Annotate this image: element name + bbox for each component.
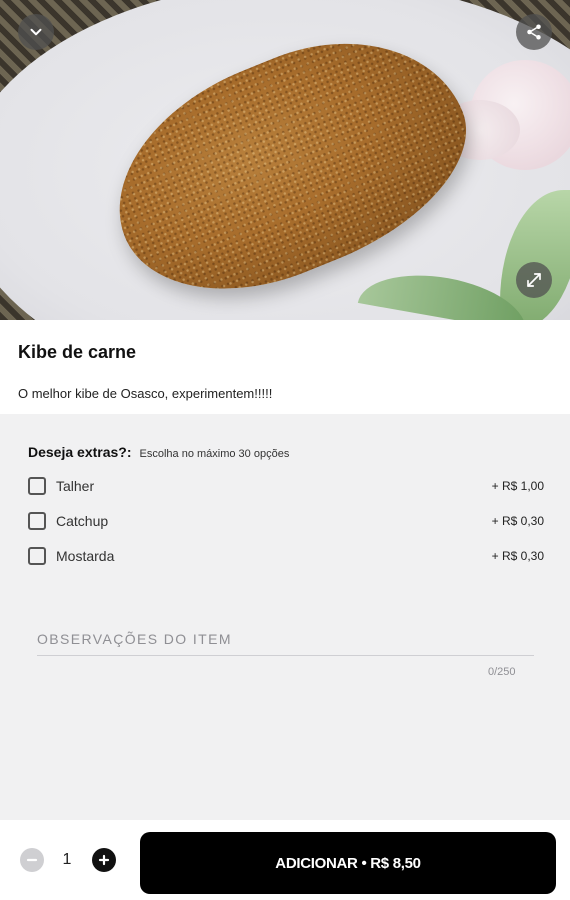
extra-option-catchup[interactable]: Catchup + R$ 0,30 (28, 509, 544, 533)
item-title: Kibe de carne (18, 342, 137, 362)
decrease-quantity-button[interactable] (20, 848, 44, 872)
extra-option-mostarda[interactable]: Mostarda + R$ 0,30 (28, 544, 544, 568)
option-label: Talher (56, 478, 95, 494)
item-info: Kibe de carne O melhor kibe de Osasco, e… (0, 320, 570, 414)
expand-image-button[interactable] (516, 262, 552, 298)
checkbox[interactable] (28, 512, 46, 530)
expand-icon (527, 273, 541, 287)
collapse-button[interactable] (18, 14, 54, 50)
checkbox[interactable] (28, 547, 46, 565)
item-description: O melhor kibe de Osasco, experimentem!!!… (18, 386, 273, 401)
option-price: + R$ 0,30 (491, 549, 544, 563)
item-notes-input[interactable]: OBSERVAÇÕES DO ITEM (37, 628, 534, 656)
chevron-down-icon (30, 28, 42, 36)
extras-title: Deseja extras?: (28, 444, 132, 460)
extras-hint: Escolha no máximo 30 opções (139, 448, 290, 460)
product-image (0, 0, 570, 320)
minus-icon (26, 858, 38, 862)
bottom-bar: 1 ADICIONAR • R$ 8,50 (0, 820, 570, 900)
option-price: + R$ 1,00 (491, 479, 544, 493)
option-label: Catchup (56, 513, 109, 529)
option-label: Mostarda (56, 548, 115, 564)
extras-header: Deseja extras?: Escolha no máximo 30 opç… (28, 444, 289, 460)
quantity-value: 1 (62, 851, 72, 868)
plus-icon (98, 854, 110, 866)
notes-char-counter: 0/250 (488, 666, 516, 678)
add-to-cart-button[interactable]: ADICIONAR • R$ 8,50 (140, 832, 556, 894)
extra-option-talher[interactable]: Talher + R$ 1,00 (28, 474, 544, 498)
option-price: + R$ 0,30 (491, 514, 544, 528)
checkbox[interactable] (28, 477, 46, 495)
share-icon (527, 24, 541, 40)
increase-quantity-button[interactable] (92, 848, 116, 872)
extras-section: Deseja extras?: Escolha no máximo 30 opç… (0, 414, 570, 820)
share-button[interactable] (516, 14, 552, 50)
